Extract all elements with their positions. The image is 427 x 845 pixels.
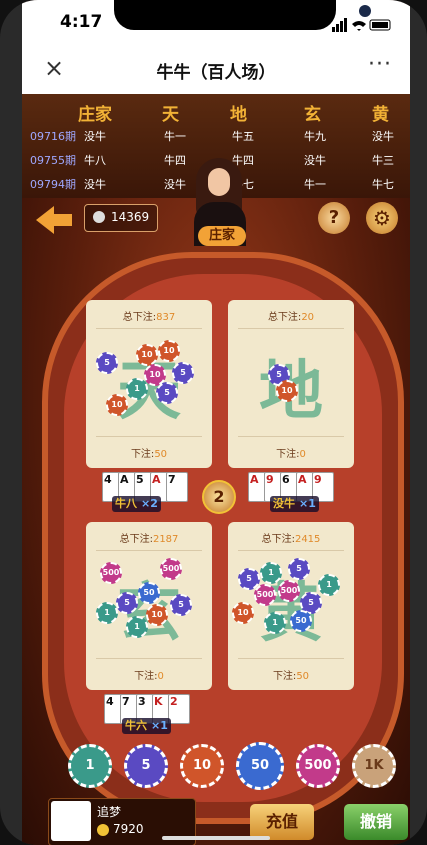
history-cell: 牛九 (304, 130, 326, 143)
chip: 50 (290, 610, 312, 632)
bet-area-di[interactable]: 总下注:20 地 5 10 下注:0 (228, 300, 354, 468)
recharge-button[interactable]: 充值 (250, 804, 314, 840)
chip: 1 (260, 562, 282, 584)
history-cell: 牛一 (304, 178, 326, 191)
card: 7 (166, 472, 188, 502)
hand-result: 牛八 ×2 (112, 496, 161, 512)
more-icon[interactable]: ··· (368, 52, 392, 77)
hand-di: A 9 6 A 9 没牛 ×1 (248, 472, 348, 514)
screen: 4:17 × 牛牛（百人场） ··· 庄家 天 地 玄 黄 09716期 没牛 … (22, 0, 410, 845)
chip: 1 (126, 616, 148, 638)
camera-icon (359, 5, 371, 17)
home-indicator[interactable] (162, 836, 270, 840)
chip: 5 (96, 352, 118, 374)
cancel-button[interactable]: 撤销 (344, 804, 408, 840)
chip: 500 (100, 562, 122, 584)
online-count: 14369 (111, 210, 150, 224)
chip: 50 (138, 582, 160, 604)
history-period: 09794期 (30, 178, 76, 191)
chip: 500 (254, 584, 276, 606)
bet-area-xuan[interactable]: 总下注:2187 玄 500 500 5 50 10 1 5 1 下注:0 (86, 522, 212, 690)
history-cell: 牛七 (372, 178, 394, 191)
chip: 10 (158, 340, 180, 362)
chip: 5 (156, 382, 178, 404)
chip: 1 (264, 612, 286, 634)
chip: 500 (278, 580, 300, 602)
status-time: 4:17 (60, 12, 103, 32)
chip-5-button[interactable]: 5 (124, 744, 168, 788)
history-header-xuan: 玄 (304, 105, 321, 125)
bet-area-tian[interactable]: 总下注:837 天 5 10 10 10 1 5 10 5 下注:50 (86, 300, 212, 468)
notch (114, 0, 371, 30)
total-bet: 总下注:837 (122, 312, 176, 323)
chip-500-button[interactable]: 500 (296, 744, 340, 788)
bet-area-huang[interactable]: 总下注:2415 黄 5 1 5 500 500 10 5 1 50 1 下注:… (228, 522, 354, 690)
gear-icon[interactable]: ⚙ (366, 202, 398, 234)
history-header-di: 地 (230, 105, 247, 125)
history-cell: 没牛 (84, 178, 106, 191)
chip: 10 (276, 380, 298, 402)
chip: 1 (96, 602, 118, 624)
history-cell: 牛五 (232, 130, 254, 143)
page-title: 牛牛（百人场） (156, 63, 276, 83)
my-bet: 下注:0 (134, 671, 164, 682)
avatar (51, 801, 91, 841)
coin-icon (97, 824, 109, 836)
history-cell: 牛一 (164, 130, 186, 143)
history-period: 09755期 (30, 154, 76, 167)
chip: 500 (160, 558, 182, 580)
chip-selector: 1 5 10 50 500 1K (22, 742, 410, 794)
back-arrow-icon[interactable] (36, 206, 72, 234)
chip: 10 (146, 604, 168, 626)
online-count-badge: 14369 (84, 204, 158, 232)
my-bet: 下注:0 (276, 449, 306, 460)
chip: 1 (318, 574, 340, 596)
chip: 1 (126, 378, 148, 400)
history-header-huang: 黄 (372, 105, 389, 125)
history-cell: 没牛 (372, 130, 394, 143)
total-bet: 总下注:2187 (119, 534, 179, 545)
hand-result: 牛六 ×1 (122, 718, 171, 734)
status-bar: 4:17 (22, 0, 410, 44)
history-cell: 没牛 (84, 130, 106, 143)
help-icon[interactable]: ? (318, 202, 350, 234)
chip: 5 (172, 362, 194, 384)
nav-bar: × 牛牛（百人场） ··· (22, 44, 410, 95)
hand-banker: 4 7 3 K 2 牛六 ×1 (104, 694, 204, 736)
chip: 10 (232, 602, 254, 624)
chip: 10 (136, 344, 158, 366)
player-money: 7920 (113, 822, 144, 836)
user-icon (93, 211, 105, 223)
history-header-banker: 庄家 (78, 105, 112, 125)
dealer-label: 庄家 (198, 226, 246, 246)
chip: 5 (170, 594, 192, 616)
chip-50-button[interactable]: 50 (236, 742, 284, 790)
signal-wifi-battery-icon (332, 18, 391, 32)
chip-1-button[interactable]: 1 (68, 744, 112, 788)
history-row: 09716期 没牛 牛一 牛五 牛九 没牛 (22, 128, 410, 150)
my-bet: 下注:50 (130, 449, 168, 460)
history-header-tian: 天 (162, 105, 179, 125)
history-cell: 没牛 (164, 178, 186, 191)
card: 2 (168, 694, 190, 724)
history-cell: 牛四 (164, 154, 186, 167)
chip-10-button[interactable]: 10 (180, 744, 224, 788)
total-bet: 总下注:2415 (261, 534, 321, 545)
chip: 5 (288, 558, 310, 580)
round-counter: 2 (202, 480, 236, 514)
history-period: 09716期 (30, 130, 76, 143)
chip-1k-button[interactable]: 1K (352, 744, 396, 788)
history-cell: 没牛 (304, 154, 326, 167)
history-cell: 牛三 (372, 154, 394, 167)
game-area: 庄家 天 地 玄 黄 09716期 没牛 牛一 牛五 牛九 没牛 09755期 … (22, 94, 410, 845)
my-bet: 下注:50 (272, 671, 310, 682)
history-cell: 牛八 (84, 154, 106, 167)
phone-frame: 4:17 × 牛牛（百人场） ··· 庄家 天 地 玄 黄 09716期 没牛 … (0, 0, 427, 845)
chip: 10 (106, 394, 128, 416)
hand-result: 没牛 ×1 (270, 496, 319, 512)
player-name: 追梦 (97, 805, 122, 819)
hand-tian: 4 A 5 A 7 牛八 ×2 (102, 472, 202, 514)
total-bet: 总下注:20 (267, 312, 315, 323)
chip: 5 (116, 592, 138, 614)
